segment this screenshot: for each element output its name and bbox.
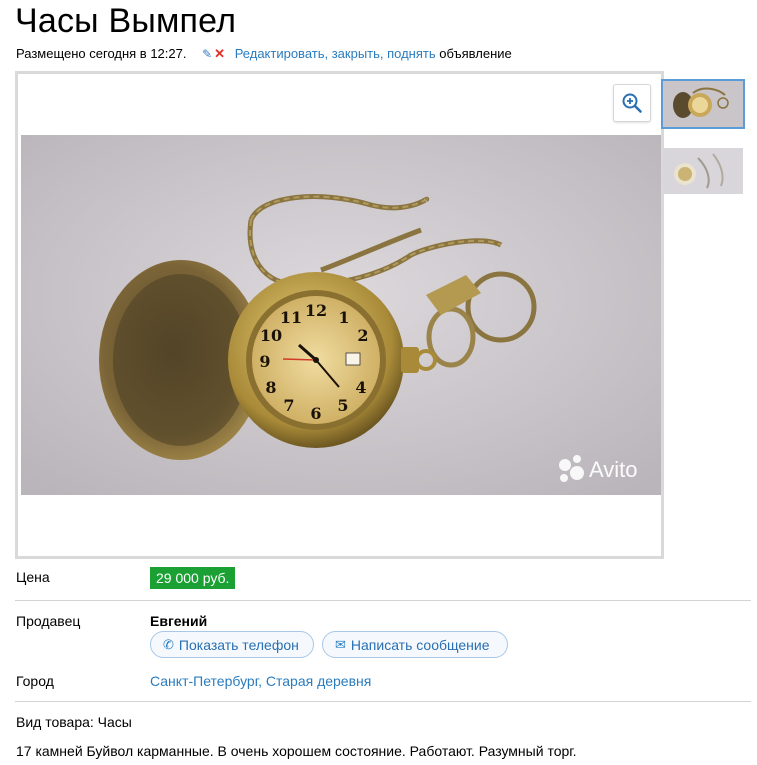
posted-date: Размещено сегодня в 12:27. <box>16 46 187 61</box>
svg-text:5: 5 <box>337 396 348 415</box>
close-icon[interactable]: ✕ <box>214 46 225 61</box>
thumbnail-2[interactable] <box>663 148 743 194</box>
actions-suffix: объявление <box>439 46 512 61</box>
main-photo[interactable]: 12 1 2 11 10 9 8 7 6 5 4 Avito <box>21 135 661 495</box>
city-label: Город <box>16 673 54 689</box>
photo-gallery: 12 1 2 11 10 9 8 7 6 5 4 Avito <box>15 71 664 559</box>
seller-name: Евгений <box>150 613 208 629</box>
svg-text:1: 1 <box>338 308 349 327</box>
svg-text:4: 4 <box>355 378 366 397</box>
svg-text:7: 7 <box>283 396 294 415</box>
zoom-button[interactable] <box>613 84 651 122</box>
price-label: Цена <box>16 569 50 585</box>
district-link[interactable]: Старая деревня <box>266 673 371 689</box>
svg-text:2: 2 <box>357 326 368 345</box>
page-title: Часы Вымпел <box>15 2 237 40</box>
item-description: 17 камней Буйвол карманные. В очень хоро… <box>16 743 577 759</box>
seller-label: Продавец <box>16 613 81 629</box>
envelope-icon: ✉ <box>335 636 346 652</box>
divider <box>15 600 751 601</box>
city-link[interactable]: Санкт-Петербург <box>150 673 258 689</box>
zoom-in-icon <box>622 93 642 113</box>
pencil-icon[interactable]: ✎ <box>202 47 212 61</box>
avito-watermark: Avito <box>589 457 638 482</box>
svg-text:12: 12 <box>305 301 327 320</box>
thumbnail-1[interactable] <box>661 79 745 129</box>
svg-text:6: 6 <box>310 404 321 423</box>
svg-text:9: 9 <box>259 352 270 371</box>
svg-text:8: 8 <box>265 378 276 397</box>
phone-icon: ✆ <box>163 636 174 652</box>
svg-text:10: 10 <box>260 326 282 345</box>
svg-text:11: 11 <box>280 308 302 327</box>
edit-close-raise-link[interactable]: Редактировать, закрыть, поднять <box>235 46 436 61</box>
show-phone-button[interactable]: ✆ Показать телефон <box>150 631 314 658</box>
city-location: Санкт-Петербург, Старая деревня <box>150 673 372 689</box>
send-message-label: Написать сообщение <box>350 636 490 653</box>
send-message-button[interactable]: ✉ Написать сообщение <box>322 631 508 658</box>
item-type: Вид товара: Часы <box>16 714 132 730</box>
price-badge: 29 000 руб. <box>150 567 236 589</box>
show-phone-label: Показать телефон <box>178 636 299 653</box>
divider <box>15 701 751 702</box>
listing-meta: Размещено сегодня в 12:27. ✎ ✕ Редактиров… <box>16 46 512 62</box>
